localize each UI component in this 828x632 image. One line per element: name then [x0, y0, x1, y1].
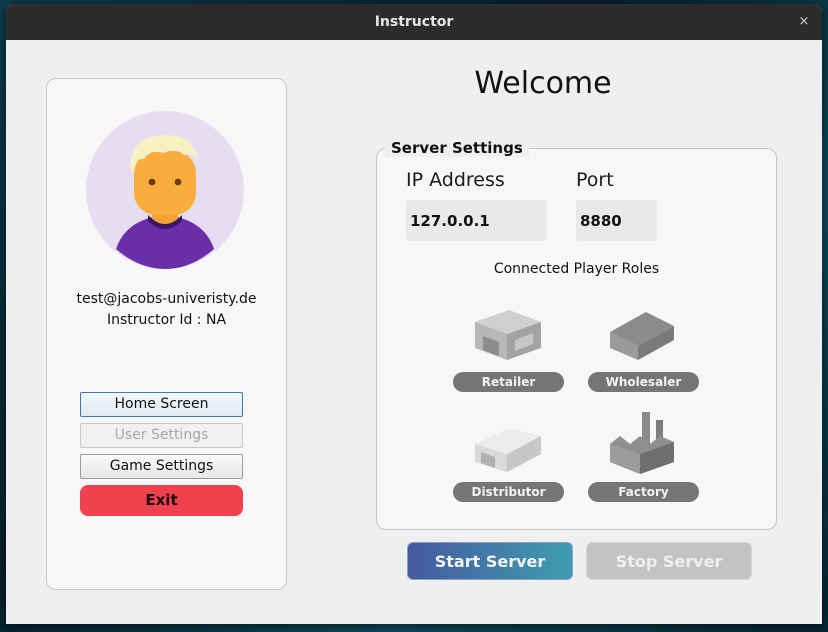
welcome-heading: Welcome	[474, 66, 612, 101]
start-server-button[interactable]: Start Server	[407, 542, 573, 580]
connected-roles-title: Connected Player Roles	[493, 261, 660, 277]
port-input[interactable]	[576, 200, 657, 241]
instructor-window: Instructor × test@jacobs-univeristy.de I…	[6, 4, 822, 624]
distributor-building-icon	[475, 428, 541, 472]
role-label: Retailer	[453, 372, 564, 392]
port-label: Port	[576, 169, 614, 191]
user-email: test@jacobs-univeristy.de	[76, 291, 257, 307]
factory-building-icon	[610, 412, 674, 474]
instructor-id-label: Instructor Id : NA	[106, 312, 227, 328]
role-wholesaler: Wholesaler	[588, 304, 700, 404]
role-retailer: Retailer	[453, 304, 565, 404]
wholesaler-building-icon	[610, 312, 674, 360]
window-title: Instructor	[374, 14, 454, 30]
role-factory: Factory	[588, 412, 700, 514]
role-label: Distributor	[453, 482, 564, 502]
user-settings-button[interactable]: User Settings	[80, 423, 243, 448]
title-bar: Instructor ×	[6, 4, 822, 40]
exit-button[interactable]: Exit	[80, 485, 243, 516]
server-settings-group: Server Settings IP Address Port Connecte…	[376, 139, 777, 530]
stop-server-button[interactable]: Stop Server	[586, 542, 752, 580]
home-screen-button[interactable]: Home Screen	[80, 392, 243, 417]
ip-address-input[interactable]	[406, 200, 547, 241]
role-distributor: Distributor	[453, 414, 565, 514]
profile-card: test@jacobs-univeristy.de Instructor Id …	[46, 78, 287, 590]
game-settings-button[interactable]: Game Settings	[80, 454, 243, 479]
ip-address-label: IP Address	[406, 169, 505, 191]
role-label: Wholesaler	[588, 372, 699, 392]
close-icon[interactable]: ×	[794, 12, 814, 32]
retailer-building-icon	[475, 310, 541, 360]
server-settings-title: Server Settings	[385, 139, 529, 157]
role-label: Factory	[588, 482, 699, 502]
user-avatar-icon	[86, 111, 244, 269]
